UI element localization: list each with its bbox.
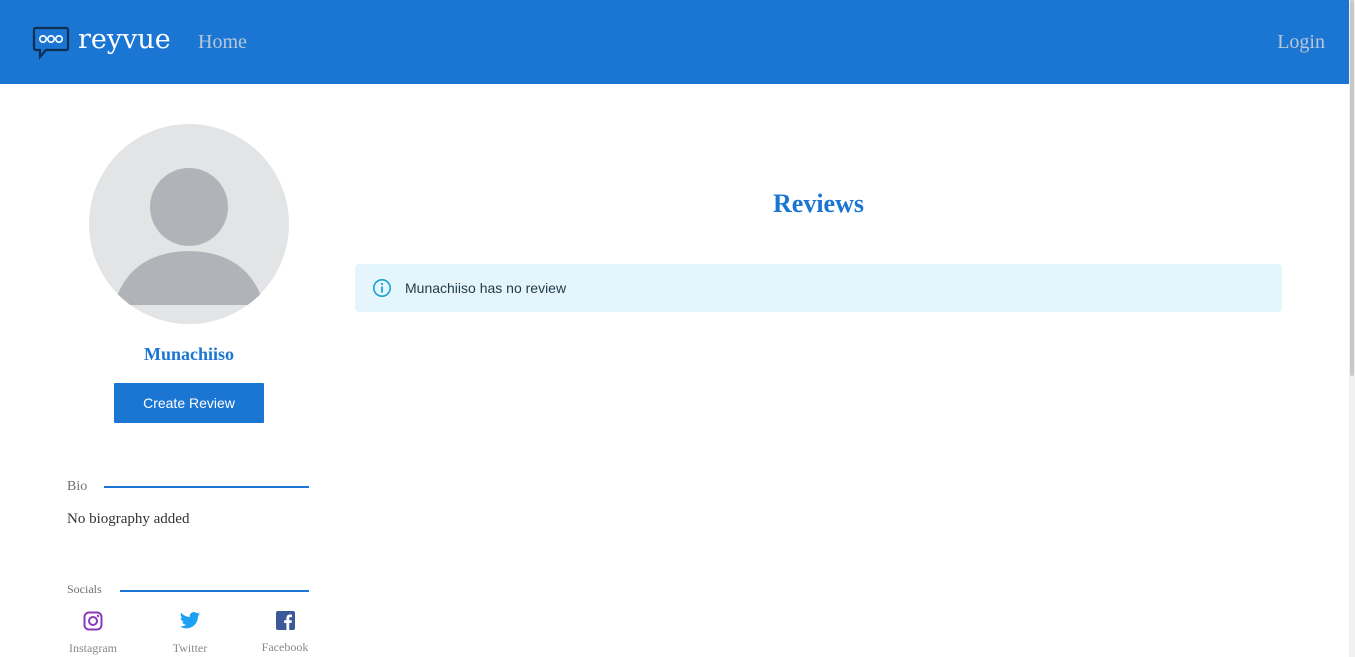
brand-name: reyvue xyxy=(78,24,171,55)
social-twitter[interactable]: Twitter xyxy=(150,611,230,655)
nav-login-link[interactable]: Login xyxy=(1277,30,1325,54)
create-review-button[interactable]: Create Review xyxy=(114,383,264,423)
page-scrollbar[interactable] xyxy=(1349,0,1355,657)
nav-home-link[interactable]: Home xyxy=(198,30,247,54)
social-instagram-label: Instagram xyxy=(69,641,117,655)
no-reviews-alert: Munachiiso has no review xyxy=(355,264,1282,312)
social-instagram[interactable]: Instagram xyxy=(53,611,133,655)
reviews-title: Reviews xyxy=(773,189,864,218)
instagram-icon xyxy=(83,611,103,631)
brand-logo[interactable]: reyvue xyxy=(32,24,171,60)
bio-heading: Bio xyxy=(67,479,88,494)
socials-heading: Socials xyxy=(67,582,102,596)
profile-username: Munachiiso xyxy=(143,344,235,364)
social-twitter-label: Twitter xyxy=(172,641,208,655)
no-reviews-message: Munachiiso has no review xyxy=(405,280,567,296)
scrollbar-thumb[interactable] xyxy=(1350,0,1354,376)
bio-divider xyxy=(104,486,309,488)
speech-bubble-stars-icon xyxy=(32,26,70,60)
facebook-icon xyxy=(275,611,295,630)
top-navbar: reyvue Home Login xyxy=(0,0,1349,84)
default-user-icon xyxy=(114,168,264,305)
info-icon xyxy=(373,279,391,297)
avatar xyxy=(89,124,289,324)
social-facebook[interactable]: Facebook xyxy=(245,611,325,654)
social-facebook-label: Facebook xyxy=(261,640,309,654)
bio-text: No biography added xyxy=(67,511,190,527)
twitter-icon xyxy=(179,612,201,629)
socials-divider xyxy=(120,590,309,592)
